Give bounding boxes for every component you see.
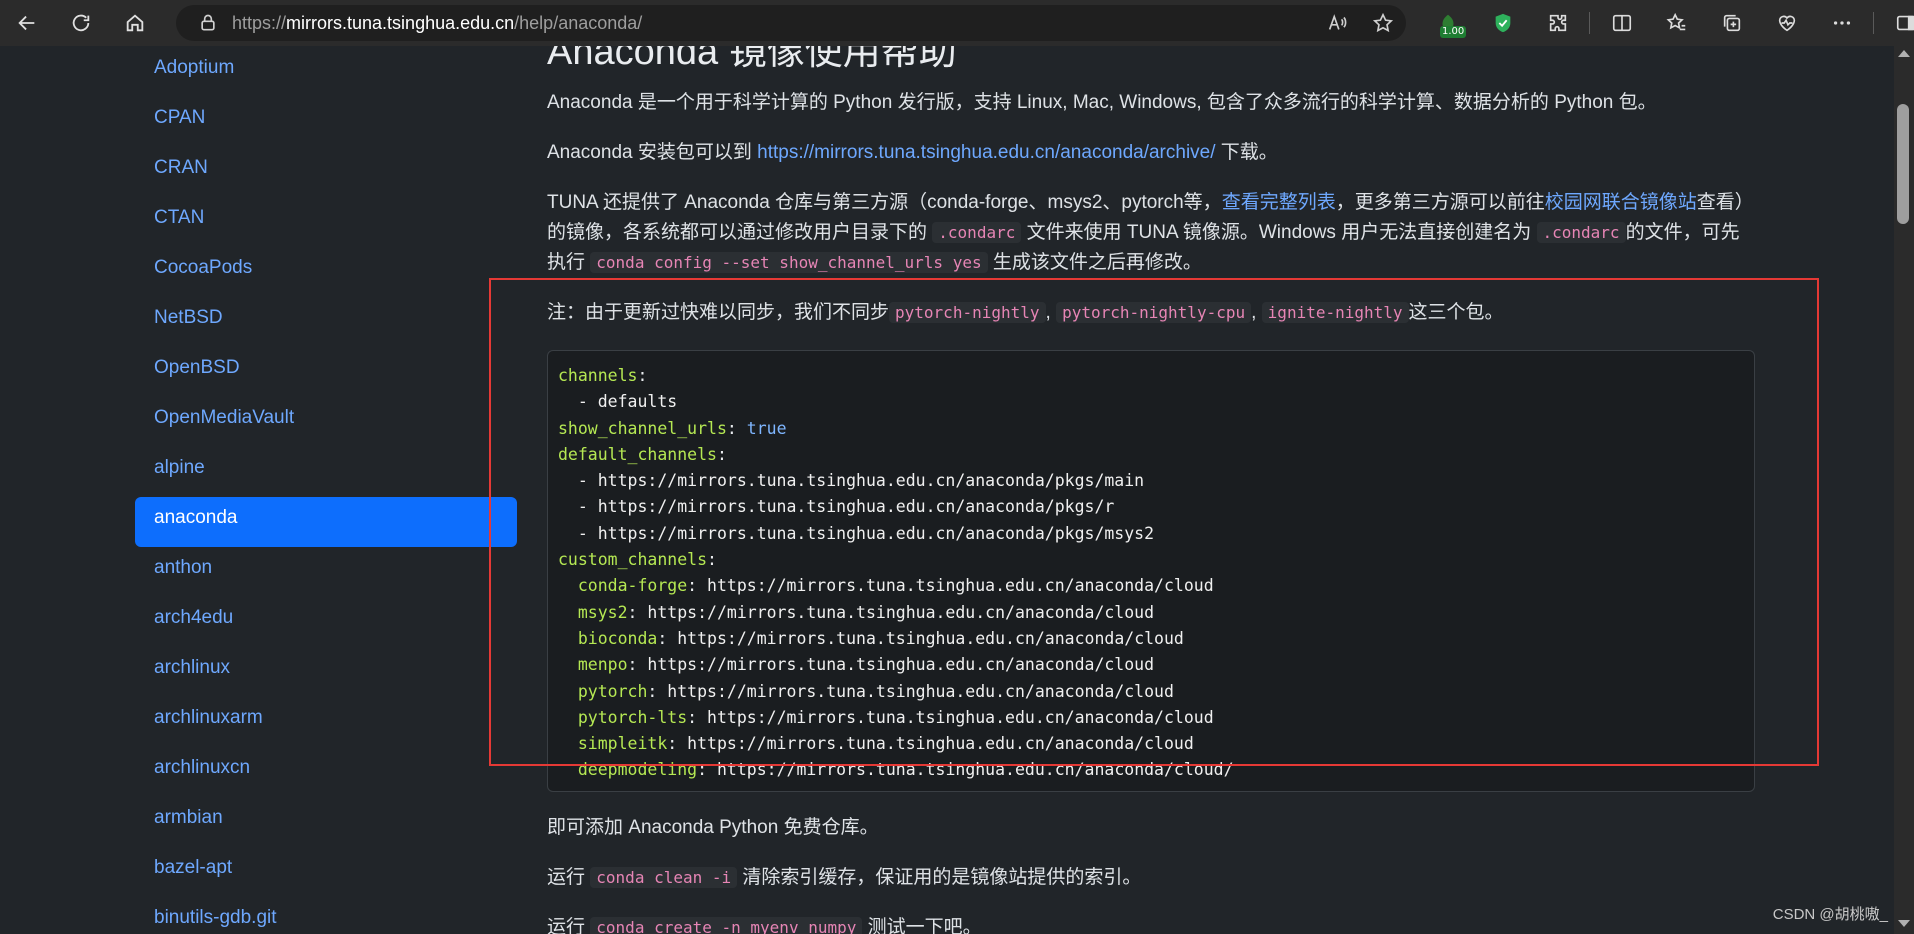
code-key: bioconda <box>577 628 658 648</box>
clean-paragraph: 运行 conda clean -i 清除索引缓存，保证用的是镜像站提供的索引。 <box>547 867 1142 888</box>
code-value: https://mirrors.tuna.tsinghua.edu.cn/ana… <box>647 602 1155 622</box>
condarc-code: .condarc <box>1536 222 1626 243</box>
campus-mirror-link[interactable]: 校园网联合镜像站 <box>1545 192 1697 213</box>
split-screen-icon[interactable] <box>1594 0 1649 46</box>
sidebar-item-openbsd[interactable]: OpenBSD <box>135 347 517 397</box>
more-menu-icon[interactable] <box>1814 0 1869 46</box>
sidebar-item-anaconda[interactable]: anaconda <box>135 497 517 547</box>
code-key: msys2 <box>577 602 628 622</box>
shield-extension-icon[interactable] <box>1475 0 1530 46</box>
create-command-code: conda create -n myenv numpy <box>590 917 863 934</box>
condarc-code-block[interactable]: channels: - defaults show_channel_urls: … <box>547 350 1755 792</box>
nightly-cpu-code: pytorch-nightly-cpu <box>1056 302 1252 323</box>
scroll-up-arrow-icon[interactable] <box>1898 50 1910 57</box>
sidebar-item-adoptium[interactable]: Adoptium <box>135 47 517 97</box>
sidebar-item-cocoapods[interactable]: CocoaPods <box>135 247 517 297</box>
code-value: https://mirrors.tuna.tsinghua.edu.cn/ana… <box>647 655 1155 675</box>
sidebar-toggle-icon[interactable] <box>1878 0 1914 46</box>
sidebar-item-cpan[interactable]: CPAN <box>135 97 517 147</box>
scrollbar-thumb[interactable] <box>1897 104 1909 224</box>
code-value: https://mirrors.tuna.tsinghua.edu.cn/ana… <box>677 628 1184 648</box>
code-value: https://mirrors.tuna.tsinghua.edu.cn/ana… <box>707 576 1214 596</box>
extension-badge: 1.00 <box>1440 26 1467 38</box>
code-key: custom_channels <box>558 550 708 570</box>
condarc-code: .condarc <box>932 222 1022 243</box>
sidebar-item-archlinux[interactable]: archlinux <box>135 647 517 697</box>
browser-essentials-icon[interactable] <box>1759 0 1814 46</box>
code-value: https://mirrors.tuna.tsinghua.edu.cn/ana… <box>716 760 1234 780</box>
code-key: conda-forge <box>577 576 688 596</box>
code-value: https://mirrors.tuna.tsinghua.edu.cn/ana… <box>667 681 1174 701</box>
code-value: https://mirrors.tuna.tsinghua.edu.cn/ana… <box>707 707 1214 727</box>
page-viewport: Adoptium CPAN CRAN CTAN CocoaPods NetBSD OpenB… <box>0 46 1894 934</box>
sidebar-item-openmediavault[interactable]: OpenMediaVault <box>135 397 517 447</box>
code-value: https://mirrors.tuna.tsinghua.edu.cn/ana… <box>687 734 1194 754</box>
full-list-link[interactable]: 查看完整列表 <box>1222 192 1336 213</box>
nightly-code: pytorch-nightly <box>889 302 1046 323</box>
create-paragraph: 运行 conda create -n myenv numpy 测试一下吧。 <box>547 913 1757 934</box>
sidebar-item-ctan[interactable]: CTAN <box>135 197 517 247</box>
url-text[interactable]: https://mirrors.tuna.tsinghua.edu.cn/hel… <box>232 13 642 34</box>
ignite-nightly-code: ignite-nightly <box>1261 302 1409 323</box>
sidebar-item-archlinuxcn[interactable]: archlinuxcn <box>135 747 517 797</box>
code-key: pytorch-lts <box>577 707 688 727</box>
intro-paragraph: Anaconda 是一个用于科学计算的 Python 发行版，支持 Linux,… <box>547 92 1657 113</box>
extensions-puzzle-icon[interactable] <box>1530 0 1585 46</box>
sidebar-item-alpine[interactable]: alpine <box>135 447 517 497</box>
favorites-icon[interactable] <box>1649 0 1704 46</box>
address-bar[interactable]: https://mirrors.tuna.tsinghua.edu.cn/hel… <box>176 5 1406 41</box>
code-key: show_channel_urls <box>558 418 727 438</box>
code-key: channels <box>558 366 638 385</box>
scroll-down-arrow-icon[interactable] <box>1898 920 1910 927</box>
clean-command-code: conda clean -i <box>590 867 738 888</box>
code-key: deepmodeling <box>577 760 698 780</box>
code-key: default_channels <box>558 444 717 464</box>
config-command-code: conda config --set show_channel_urls yes <box>590 252 988 273</box>
sidebar-item-anthon[interactable]: anthon <box>135 547 517 597</box>
note-paragraph: 注：由于更新过快难以同步，我们不同步 pytorch-nightly, pytor… <box>547 302 1504 323</box>
extension-speed-icon[interactable]: 1.00 <box>1420 0 1475 46</box>
sidebar-item-bazel-apt[interactable]: bazel-apt <box>135 847 517 897</box>
archive-link[interactable]: https://mirrors.tuna.tsinghua.edu.cn/ana… <box>757 142 1215 163</box>
favorite-star-icon[interactable] <box>1372 12 1394 34</box>
sidebar-item-cran[interactable]: CRAN <box>135 147 517 197</box>
lock-icon <box>201 14 215 31</box>
browser-toolbar: https://mirrors.tuna.tsinghua.edu.cn/hel… <box>0 0 1914 46</box>
code-value: https://mirrors.tuna.tsinghua.edu.cn/ana… <box>597 523 1155 543</box>
code-key: simpleitk <box>577 734 668 754</box>
code-key: menpo <box>577 655 628 675</box>
tuna-paragraph: TUNA 还提供了 Anaconda 仓库与第三方源（conda-forge、m… <box>547 192 1754 273</box>
csdn-watermark: CSDN @胡桃嗷_ <box>1772 906 1888 923</box>
install-paragraph: Anaconda 安装包可以到 https://mirrors.tuna.tsi… <box>547 142 1278 163</box>
code-value: true <box>746 418 787 438</box>
refresh-icon[interactable] <box>62 4 100 42</box>
home-icon[interactable] <box>116 4 154 42</box>
sidebar-item-armbian[interactable]: armbian <box>135 797 517 847</box>
code-key: pytorch <box>577 681 648 701</box>
sidebar-list: Adoptium CPAN CRAN CTAN CocoaPods NetBSD OpenB… <box>135 47 517 934</box>
page-title: Anaconda 镜像使用帮助 <box>547 46 957 73</box>
code-value: https://mirrors.tuna.tsinghua.edu.cn/ana… <box>597 497 1115 517</box>
code-value: defaults <box>597 392 678 412</box>
back-icon[interactable] <box>8 4 46 42</box>
sidebar-item-archlinuxarm[interactable]: archlinuxarm <box>135 697 517 747</box>
sidebar-item-binutils-gdb-git[interactable]: binutils-gdb.git <box>135 897 517 934</box>
collections-icon[interactable] <box>1704 0 1759 46</box>
code-value: https://mirrors.tuna.tsinghua.edu.cn/ana… <box>597 471 1145 491</box>
sidebar-item-arch4edu[interactable]: arch4edu <box>135 597 517 647</box>
sidebar-item-netbsd[interactable]: NetBSD <box>135 297 517 347</box>
after-code-paragraph: 即可添加 Anaconda Python 免费仓库。 <box>547 817 879 838</box>
read-aloud-icon[interactable] <box>1326 12 1348 34</box>
